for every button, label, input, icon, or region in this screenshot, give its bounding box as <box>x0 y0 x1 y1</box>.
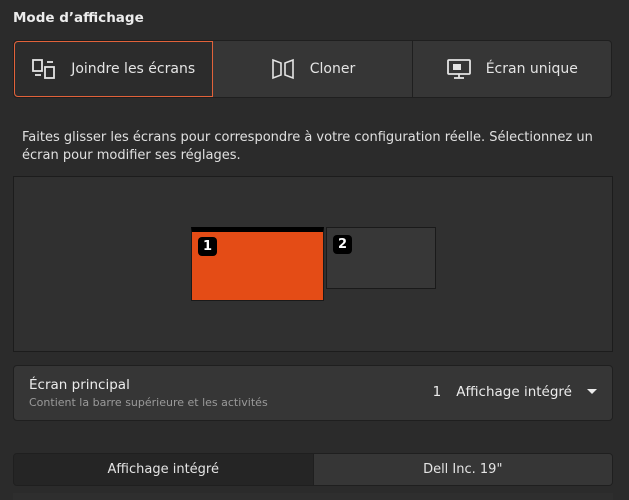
display-arrangement-area[interactable]: 1 2 <box>13 176 613 352</box>
arrangement-hint: Faites glisser les écrans pour correspon… <box>22 130 593 163</box>
primary-display-subtitle: Contient la barre supérieure et les acti… <box>29 396 268 409</box>
single-display-label: Écran unique <box>485 61 578 77</box>
chevron-down-icon <box>586 384 598 400</box>
primary-display-title: Écran principal <box>29 377 130 393</box>
display-mode-selector: Joindre les écrans Cloner Écran unique <box>13 40 612 98</box>
monitor-2-badge: 2 <box>333 235 352 254</box>
single-display-icon <box>446 58 472 80</box>
join-displays-label: Joindre les écrans <box>71 61 196 77</box>
monitor-1-badge: 1 <box>198 237 217 256</box>
single-display-button[interactable]: Écran unique <box>413 41 611 97</box>
mirror-label: Cloner <box>309 61 356 77</box>
primary-display-row: Écran principal Contient la barre supéri… <box>13 365 613 421</box>
primary-display-number: 1 <box>432 384 442 400</box>
primary-display-value: Affichage intégré <box>456 384 572 400</box>
join-displays-button[interactable]: Joindre les écrans <box>14 41 214 97</box>
display-tabs: Affichage intégré Dell Inc. 19" <box>13 453 613 486</box>
monitor-2[interactable]: 2 <box>326 227 436 289</box>
display-mode-title: Mode d’affichage <box>13 10 144 26</box>
panel-bottom-edge <box>13 493 613 500</box>
monitor-1[interactable]: 1 <box>191 227 324 301</box>
primary-display-dropdown[interactable]: 1 Affichage intégré <box>433 384 598 400</box>
mirror-button[interactable]: Cloner <box>213 41 413 97</box>
mirror-icon <box>270 58 296 80</box>
join-displays-icon <box>31 58 57 80</box>
tab-builtin-display[interactable]: Affichage intégré <box>14 454 313 485</box>
tab-dell-display[interactable]: Dell Inc. 19" <box>312 454 612 485</box>
display-settings-panel: Mode d’affichage Joindre les écrans Clon… <box>0 0 629 500</box>
